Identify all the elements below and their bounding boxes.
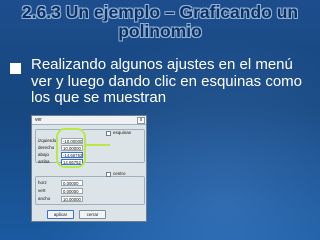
highlight-oval xyxy=(56,128,86,168)
close-icon[interactable]: x xyxy=(137,117,145,124)
esquinas-checkbox[interactable] xyxy=(106,131,111,136)
centro-label: centro xyxy=(113,171,126,176)
vert-input[interactable]: 0.00000 xyxy=(61,188,83,194)
highlight-connector-line xyxy=(85,144,110,146)
field-label: vert xyxy=(38,188,46,193)
esquinas-label: esquinas xyxy=(113,130,132,135)
square-bullet-icon xyxy=(10,63,21,74)
bullet-item: Realizando algunos ajustes en el menú ve… xyxy=(10,56,316,107)
apply-button[interactable]: aplicar xyxy=(47,210,74,219)
field-label: ancho xyxy=(38,196,51,201)
ancho-input[interactable]: 10.00000 xyxy=(61,196,83,202)
horz-input[interactable]: 0.00000 xyxy=(61,180,83,186)
close-button[interactable]: cerrar xyxy=(79,210,106,219)
field-label: horz xyxy=(38,180,47,185)
bullet-text: Realizando algunos ajustes en el menú ve… xyxy=(31,56,302,106)
centro-checkbox[interactable] xyxy=(106,172,111,177)
ver-dialog: ver x esquinas izquierdo -10.00000 derec… xyxy=(31,115,147,222)
dialog-title: ver xyxy=(32,116,146,125)
slide-title: 2.6.3 Un ejemplo – Graficando un polinom… xyxy=(21,2,299,41)
